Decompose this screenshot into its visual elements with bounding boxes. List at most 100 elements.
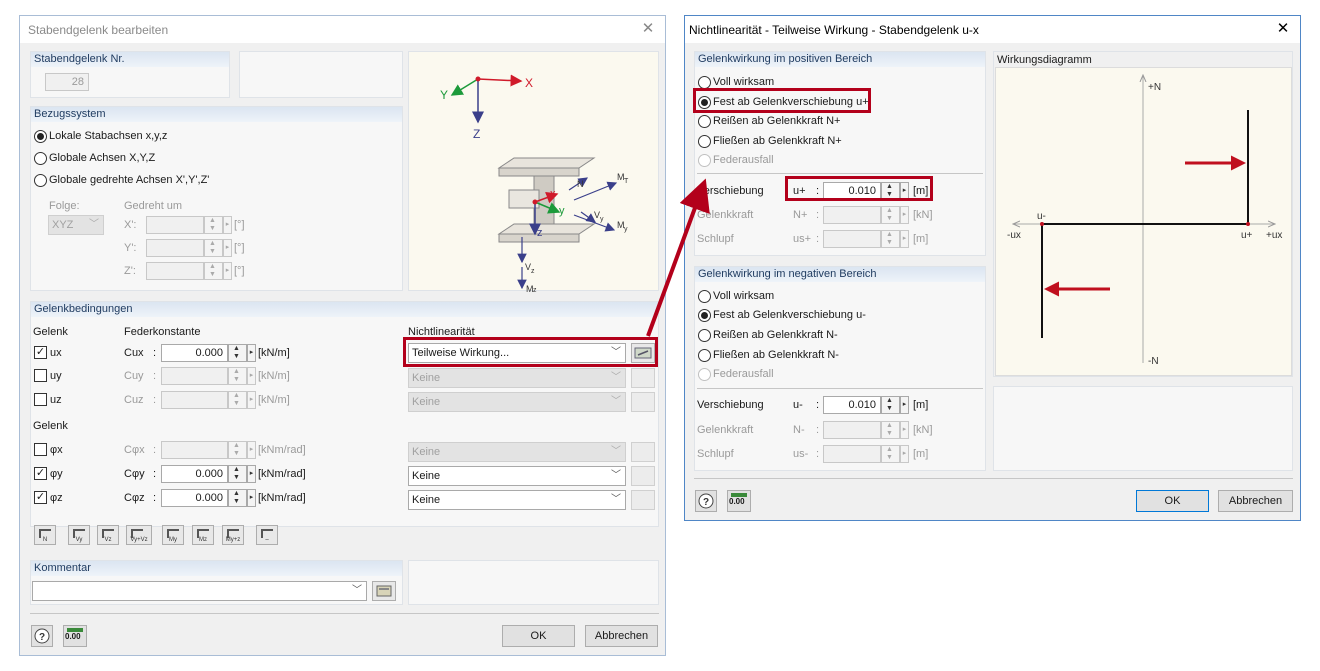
quick-hinge-vz-button[interactable]: Vz <box>97 525 119 545</box>
phiy-nonlin-select[interactable]: Keine ﹀ <box>408 466 626 486</box>
rotated-about-label: Gedreht um <box>124 200 183 212</box>
quick-hinge-my-button[interactable]: My <box>162 525 184 545</box>
pos-force-arrow-button[interactable]: ▸ <box>900 206 909 224</box>
neg-force-input[interactable] <box>823 421 881 439</box>
cux-arrow-button[interactable]: ▸ <box>247 344 256 362</box>
pos-slip-arrow-button[interactable]: ▸ <box>900 230 909 248</box>
uz-nonlin-edit-button[interactable] <box>631 392 655 412</box>
cphiy-arrow-button[interactable]: ▸ <box>247 465 256 483</box>
phix-nonlin-select[interactable]: Keine ﹀ <box>408 442 626 462</box>
ok-button[interactable]: OK <box>1136 490 1209 512</box>
quick-hinge-vyvz-button[interactable]: Vy+Vz <box>126 525 152 545</box>
cuy-arrow-button[interactable]: ▸ <box>247 367 256 385</box>
cuy-spinner[interactable]: ▲ ▼ <box>228 367 247 385</box>
cancel-button[interactable]: Abbrechen <box>1218 490 1293 512</box>
cphiy-spinner[interactable]: ▲ ▼ <box>228 465 247 483</box>
rot-z-input[interactable] <box>146 262 204 280</box>
close-icon[interactable]: ✕ <box>1272 19 1294 39</box>
cuy-input[interactable] <box>161 367 228 385</box>
pos-force-spinner[interactable]: ▲ ▼ <box>881 206 900 224</box>
help-button[interactable]: ? <box>31 625 53 647</box>
neg-tearing-radio[interactable] <box>698 329 711 342</box>
quick-hinge-mz-button[interactable]: Mz <box>192 525 214 545</box>
pos-yielding-radio[interactable] <box>698 135 711 148</box>
cphix-spinner[interactable]: ▲ ▼ <box>228 441 247 459</box>
neg-displacement-arrow-button[interactable]: ▸ <box>900 396 909 414</box>
quick-hinge-none-button[interactable]: – <box>256 525 278 545</box>
rot-y-spinner[interactable]: ▲ ▼ <box>204 239 223 257</box>
effect-diagram: +N -N -ux +ux u- u+ <box>1007 68 1282 367</box>
units-button[interactable]: 0.00 <box>63 625 87 647</box>
phiz-nonlin-edit-button[interactable] <box>631 490 655 510</box>
cphiz-arrow-button[interactable]: ▸ <box>247 489 256 507</box>
radio-local-axes-label: Lokale Stabachsen x,y,z <box>49 130 168 142</box>
neg-force-spinner[interactable]: ▲ ▼ <box>881 421 900 439</box>
rot-z-spinner[interactable]: ▲ ▼ <box>204 262 223 280</box>
cphiy-input[interactable]: 0.000 <box>161 465 228 483</box>
radio-global-rotated-axes[interactable] <box>34 174 47 187</box>
neg-slip-input[interactable] <box>823 445 881 463</box>
quick-hinge-myz-button[interactable]: My+z <box>222 525 244 545</box>
pos-slip-input[interactable] <box>823 230 881 248</box>
ok-button[interactable]: OK <box>502 625 575 647</box>
neg-displacement-input[interactable]: 0.010 <box>823 396 881 414</box>
pos-tearing-radio[interactable] <box>698 115 711 128</box>
rot-x-arrow-button[interactable]: ▸ <box>223 216 232 234</box>
cphiz-input[interactable]: 0.000 <box>161 489 228 507</box>
cphix-arrow-button[interactable]: ▸ <box>247 441 256 459</box>
cuz-arrow-button[interactable]: ▸ <box>247 391 256 409</box>
rot-x-label: X': <box>124 219 137 231</box>
cphiz-spinner[interactable]: ▲ ▼ <box>228 489 247 507</box>
rot-x-spinner[interactable]: ▲ ▼ <box>204 216 223 234</box>
colon: : <box>816 448 820 460</box>
neg-slip-arrow-button[interactable]: ▸ <box>900 445 909 463</box>
cux-input[interactable]: 0.000 <box>161 344 228 362</box>
footer-separator <box>30 613 659 614</box>
phix-nonlin-edit-button[interactable] <box>631 442 655 462</box>
phiz-nonlin-select[interactable]: Keine ﹀ <box>408 490 626 510</box>
colon: : <box>153 347 157 359</box>
neg-displacement-spinner[interactable]: ▲ ▼ <box>881 396 900 414</box>
help-button[interactable]: ? <box>695 490 717 512</box>
cux-symbol: Cux <box>124 347 144 359</box>
cuz-input[interactable] <box>161 391 228 409</box>
rot-x-input[interactable] <box>146 216 204 234</box>
neg-force-arrow-button[interactable]: ▸ <box>900 421 909 439</box>
pos-slip-spinner[interactable]: ▲ ▼ <box>881 230 900 248</box>
sequence-select[interactable]: XYZ ﹀ <box>48 215 104 235</box>
comment-info-panel <box>408 560 659 605</box>
comment-input[interactable]: ﹀ <box>32 581 367 601</box>
neg-slip-spinner[interactable]: ▲ ▼ <box>881 445 900 463</box>
uy-checkbox[interactable] <box>34 369 47 382</box>
rot-z-arrow-button[interactable]: ▸ <box>223 262 232 280</box>
neg-spring-failure-radio[interactable] <box>698 368 711 381</box>
radio-global-axes[interactable] <box>34 152 47 165</box>
pos-force-input[interactable] <box>823 206 881 224</box>
quick-hinge-n-button[interactable]: N <box>34 525 56 545</box>
uy-nonlin-edit-button[interactable] <box>631 368 655 388</box>
phiy-checkbox[interactable]: ✓ <box>34 467 47 480</box>
neg-full-effect-radio[interactable] <box>698 290 711 303</box>
pos-spring-failure-radio[interactable] <box>698 154 711 167</box>
radio-local-axes[interactable] <box>34 130 47 143</box>
uz-nonlin-select[interactable]: Keine ﹀ <box>408 392 626 412</box>
phiy-nonlin-edit-button[interactable] <box>631 466 655 486</box>
neg-fixed-radio[interactable] <box>698 309 711 322</box>
uy-nonlin-select[interactable]: Keine ﹀ <box>408 368 626 388</box>
uz-checkbox[interactable] <box>34 393 47 406</box>
title-bar: Nichtlinearität - Teilweise Wirkung - St… <box>685 16 1300 43</box>
phiz-checkbox[interactable]: ✓ <box>34 491 47 504</box>
neg-yielding-radio[interactable] <box>698 349 711 362</box>
phix-checkbox[interactable] <box>34 443 47 456</box>
quick-hinge-vy-button[interactable]: Vy <box>68 525 90 545</box>
cphix-input[interactable] <box>161 441 228 459</box>
cuz-spinner[interactable]: ▲ ▼ <box>228 391 247 409</box>
cancel-button[interactable]: Abbrechen <box>585 625 658 647</box>
rot-y-arrow-button[interactable]: ▸ <box>223 239 232 257</box>
rot-y-input[interactable] <box>146 239 204 257</box>
comment-library-button[interactable] <box>372 581 396 601</box>
ux-checkbox[interactable]: ✓ <box>34 346 47 359</box>
close-icon[interactable]: ✕ <box>637 19 659 39</box>
units-button[interactable]: 0.00 <box>727 490 751 512</box>
cux-spinner[interactable]: ▲ ▼ <box>228 344 247 362</box>
